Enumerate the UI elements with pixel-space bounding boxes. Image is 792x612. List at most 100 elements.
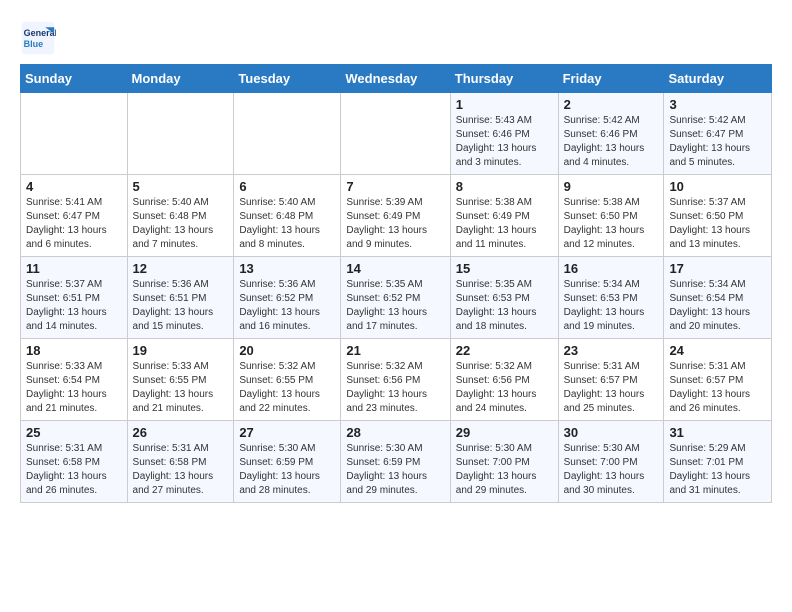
day-content: Sunrise: 5:34 AM Sunset: 6:53 PM Dayligh… <box>564 278 659 334</box>
day-number: 19 <box>133 343 229 358</box>
calendar-cell: 24 Sunrise: 5:31 AM Sunset: 6:57 PM Dayli… <box>664 339 772 421</box>
weekday-header-wednesday: Wednesday <box>341 65 450 93</box>
day-content: Sunrise: 5:38 AM Sunset: 6:49 PM Dayligh… <box>456 196 553 252</box>
day-content: Sunrise: 5:36 AM Sunset: 6:52 PM Dayligh… <box>239 278 335 334</box>
day-content: Sunrise: 5:43 AM Sunset: 6:46 PM Dayligh… <box>456 114 553 170</box>
day-number: 24 <box>669 343 766 358</box>
calendar-cell: 27 Sunrise: 5:30 AM Sunset: 6:59 PM Dayli… <box>234 421 341 503</box>
day-number: 1 <box>456 97 553 112</box>
day-number: 2 <box>564 97 659 112</box>
calendar-cell: 4Sunrise: 5:41 AM Sunset: 6:47 PM Daylig… <box>21 175 128 257</box>
calendar-cell: 25Sunrise: 5:31 AM Sunset: 6:58 PM Dayli… <box>21 421 128 503</box>
day-content: Sunrise: 5:40 AM Sunset: 6:48 PM Dayligh… <box>133 196 229 252</box>
calendar-cell <box>234 93 341 175</box>
day-number: 23 <box>564 343 659 358</box>
weekday-header-monday: Monday <box>127 65 234 93</box>
logo-icon: General Blue <box>20 20 56 56</box>
day-number: 26 <box>133 425 229 440</box>
calendar-cell <box>341 93 450 175</box>
weekday-header-sunday: Sunday <box>21 65 128 93</box>
calendar-cell: 3Sunrise: 5:42 AM Sunset: 6:47 PM Daylig… <box>664 93 772 175</box>
calendar-cell: 22 Sunrise: 5:32 AM Sunset: 6:56 PM Dayli… <box>450 339 558 421</box>
day-content: Sunrise: 5:36 AM Sunset: 6:51 PM Dayligh… <box>133 278 229 334</box>
weekday-header-saturday: Saturday <box>664 65 772 93</box>
day-content: Sunrise: 5:32 AM Sunset: 6:56 PM Dayligh… <box>456 360 553 416</box>
day-number: 12 <box>133 261 229 276</box>
day-content: Sunrise: 5:42 AM Sunset: 6:47 PM Dayligh… <box>669 114 766 170</box>
weekday-header-friday: Friday <box>558 65 664 93</box>
page-header: General Blue <box>20 20 772 56</box>
calendar-cell: 18 Sunrise: 5:33 AM Sunset: 6:54 PM Dayli… <box>21 339 128 421</box>
week-row-4: 18 Sunrise: 5:33 AM Sunset: 6:54 PM Dayli… <box>21 339 772 421</box>
day-content: Sunrise: 5:34 AM Sunset: 6:54 PM Dayligh… <box>669 278 766 334</box>
day-number: 13 <box>239 261 335 276</box>
day-content: Sunrise: 5:37 AM Sunset: 6:50 PM Dayligh… <box>669 196 766 252</box>
calendar-cell: 16 Sunrise: 5:34 AM Sunset: 6:53 PM Dayli… <box>558 257 664 339</box>
day-number: 28 <box>346 425 444 440</box>
day-content: Sunrise: 5:33 AM Sunset: 6:55 PM Dayligh… <box>133 360 229 416</box>
day-number: 29 <box>456 425 553 440</box>
day-number: 7 <box>346 179 444 194</box>
day-content: Sunrise: 5:41 AM Sunset: 6:47 PM Dayligh… <box>26 196 122 252</box>
calendar-cell: 5Sunrise: 5:40 AM Sunset: 6:48 PM Daylig… <box>127 175 234 257</box>
calendar-cell: 17 Sunrise: 5:34 AM Sunset: 6:54 PM Dayli… <box>664 257 772 339</box>
day-number: 17 <box>669 261 766 276</box>
weekday-header-tuesday: Tuesday <box>234 65 341 93</box>
calendar-cell: 21 Sunrise: 5:32 AM Sunset: 6:56 PM Dayli… <box>341 339 450 421</box>
calendar-cell: 30Sunrise: 5:30 AM Sunset: 7:00 PM Dayli… <box>558 421 664 503</box>
week-row-2: 4Sunrise: 5:41 AM Sunset: 6:47 PM Daylig… <box>21 175 772 257</box>
calendar-cell: 29Sunrise: 5:30 AM Sunset: 7:00 PM Dayli… <box>450 421 558 503</box>
day-content: Sunrise: 5:30 AM Sunset: 7:00 PM Dayligh… <box>564 442 659 498</box>
day-number: 18 <box>26 343 122 358</box>
day-content: Sunrise: 5:37 AM Sunset: 6:51 PM Dayligh… <box>26 278 122 334</box>
calendar-cell: 26 Sunrise: 5:31 AM Sunset: 6:58 PM Dayli… <box>127 421 234 503</box>
day-number: 8 <box>456 179 553 194</box>
day-content: Sunrise: 5:31 AM Sunset: 6:57 PM Dayligh… <box>564 360 659 416</box>
week-row-5: 25Sunrise: 5:31 AM Sunset: 6:58 PM Dayli… <box>21 421 772 503</box>
day-number: 9 <box>564 179 659 194</box>
week-row-1: 1 Sunrise: 5:43 AM Sunset: 6:46 PM Daylig… <box>21 93 772 175</box>
day-number: 27 <box>239 425 335 440</box>
day-number: 11 <box>26 261 122 276</box>
day-content: Sunrise: 5:33 AM Sunset: 6:54 PM Dayligh… <box>26 360 122 416</box>
day-content: Sunrise: 5:29 AM Sunset: 7:01 PM Dayligh… <box>669 442 766 498</box>
day-content: Sunrise: 5:38 AM Sunset: 6:50 PM Dayligh… <box>564 196 659 252</box>
day-content: Sunrise: 5:39 AM Sunset: 6:49 PM Dayligh… <box>346 196 444 252</box>
day-number: 21 <box>346 343 444 358</box>
calendar-cell: 28Sunrise: 5:30 AM Sunset: 6:59 PM Dayli… <box>341 421 450 503</box>
calendar-cell: 20Sunrise: 5:32 AM Sunset: 6:55 PM Dayli… <box>234 339 341 421</box>
calendar-cell: 6 Sunrise: 5:40 AM Sunset: 6:48 PM Daylig… <box>234 175 341 257</box>
day-number: 6 <box>239 179 335 194</box>
calendar-cell: 19 Sunrise: 5:33 AM Sunset: 6:55 PM Dayli… <box>127 339 234 421</box>
day-content: Sunrise: 5:40 AM Sunset: 6:48 PM Dayligh… <box>239 196 335 252</box>
calendar-cell: 13 Sunrise: 5:36 AM Sunset: 6:52 PM Dayli… <box>234 257 341 339</box>
day-number: 15 <box>456 261 553 276</box>
day-content: Sunrise: 5:35 AM Sunset: 6:52 PM Dayligh… <box>346 278 444 334</box>
calendar-cell: 15 Sunrise: 5:35 AM Sunset: 6:53 PM Dayli… <box>450 257 558 339</box>
day-number: 20 <box>239 343 335 358</box>
day-content: Sunrise: 5:42 AM Sunset: 6:46 PM Dayligh… <box>564 114 659 170</box>
day-content: Sunrise: 5:31 AM Sunset: 6:57 PM Dayligh… <box>669 360 766 416</box>
weekday-header-thursday: Thursday <box>450 65 558 93</box>
day-number: 22 <box>456 343 553 358</box>
day-content: Sunrise: 5:35 AM Sunset: 6:53 PM Dayligh… <box>456 278 553 334</box>
week-row-3: 11 Sunrise: 5:37 AM Sunset: 6:51 PM Dayli… <box>21 257 772 339</box>
svg-text:Blue: Blue <box>24 39 44 49</box>
calendar-table: SundayMondayTuesdayWednesdayThursdayFrid… <box>20 64 772 503</box>
day-content: Sunrise: 5:31 AM Sunset: 6:58 PM Dayligh… <box>26 442 122 498</box>
calendar-cell <box>21 93 128 175</box>
calendar-cell: 8 Sunrise: 5:38 AM Sunset: 6:49 PM Daylig… <box>450 175 558 257</box>
logo: General Blue <box>20 20 62 56</box>
day-content: Sunrise: 5:32 AM Sunset: 6:56 PM Dayligh… <box>346 360 444 416</box>
weekday-header-row: SundayMondayTuesdayWednesdayThursdayFrid… <box>21 65 772 93</box>
calendar-cell: 2 Sunrise: 5:42 AM Sunset: 6:46 PM Daylig… <box>558 93 664 175</box>
calendar-cell: 12 Sunrise: 5:36 AM Sunset: 6:51 PM Dayli… <box>127 257 234 339</box>
day-number: 14 <box>346 261 444 276</box>
day-content: Sunrise: 5:30 AM Sunset: 6:59 PM Dayligh… <box>239 442 335 498</box>
day-number: 10 <box>669 179 766 194</box>
calendar-cell <box>127 93 234 175</box>
day-number: 16 <box>564 261 659 276</box>
calendar-cell: 1 Sunrise: 5:43 AM Sunset: 6:46 PM Daylig… <box>450 93 558 175</box>
calendar-cell: 23 Sunrise: 5:31 AM Sunset: 6:57 PM Dayli… <box>558 339 664 421</box>
day-content: Sunrise: 5:31 AM Sunset: 6:58 PM Dayligh… <box>133 442 229 498</box>
